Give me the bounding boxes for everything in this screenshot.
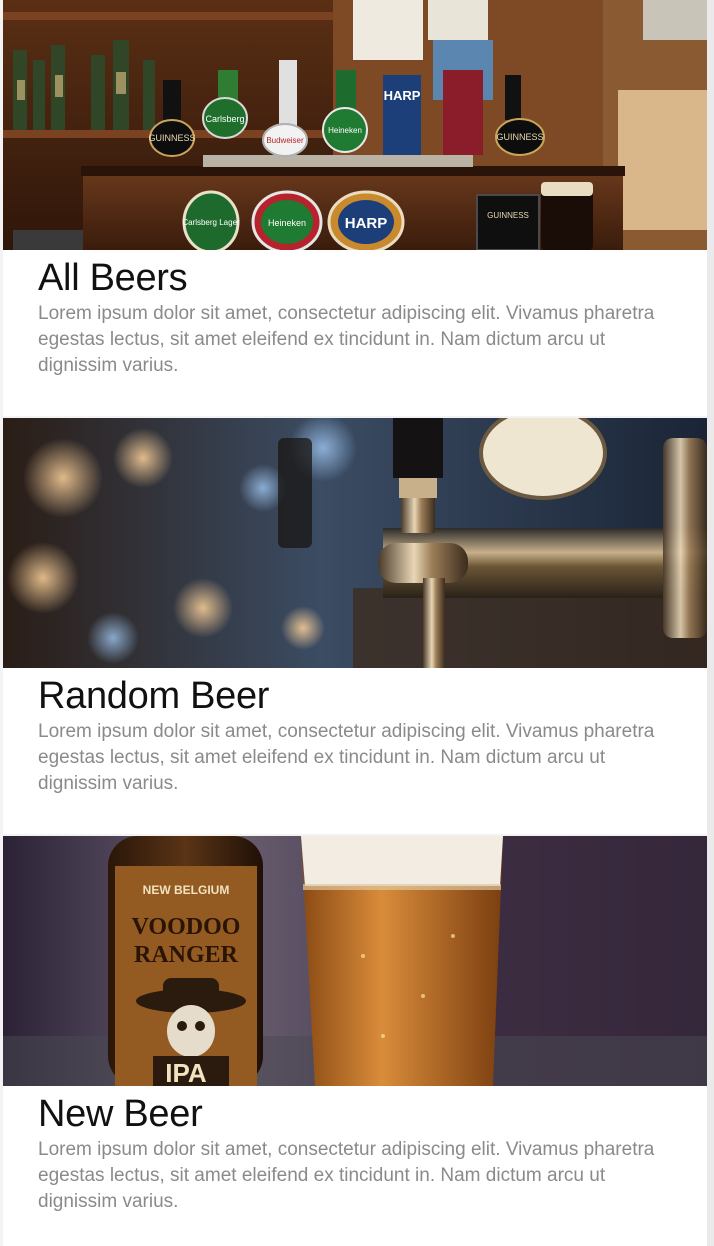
card-image-beer-bottle[interactable]: NEW BELGIUM VOODOO RANGER IPA (3, 836, 707, 1086)
tap-label-heineken: Heineken (328, 126, 362, 135)
card-body: New Beer Lorem ipsum dolor sit amet, con… (38, 1086, 678, 1215)
card-description: Lorem ipsum dolor sit amet, consectetur … (38, 721, 655, 794)
card-title: All Beers (38, 257, 188, 299)
bottle-line1-label: VOODOO (132, 914, 241, 940)
badge-label-harp: HARP (345, 215, 388, 232)
bottle-style-label: IPA (165, 1058, 207, 1086)
badge-label-carlsberg: Carlsberg Lager (182, 218, 240, 227)
scrollbar[interactable] (707, 0, 714, 1246)
card-all-beers[interactable]: GUINNESS Carlsberg Budweiser Heineken HA… (3, 0, 707, 416)
bottle-line2-label: RANGER (134, 942, 239, 968)
bottle-brand-label: NEW BELGIUM (143, 883, 230, 897)
tap-label-harp: HARP (384, 88, 421, 103)
card-title: New Beer (38, 1093, 203, 1135)
card-image-bar-taps[interactable]: GUINNESS Carlsberg Budweiser Heineken HA… (3, 0, 707, 250)
card-random-beer[interactable]: Random Beer Lorem ipsum dolor sit amet, … (3, 418, 707, 834)
tap-label-carlsberg: Carlsberg (205, 114, 244, 124)
card-new-beer[interactable]: NEW BELGIUM VOODOO RANGER IPA New Beer L… (3, 836, 707, 1246)
tap-label-budweiser: Budweiser (266, 136, 304, 145)
card-body: Random Beer Lorem ipsum dolor sit amet, … (38, 668, 678, 797)
card-body: All Beers Lorem ipsum dolor sit amet, co… (38, 250, 678, 379)
card-description: Lorem ipsum dolor sit amet, consectetur … (38, 1139, 655, 1212)
badge-label-heineken: Heineken (268, 218, 306, 228)
tap-label-guinness-1: GUINNESS (148, 133, 195, 143)
card-description: Lorem ipsum dolor sit amet, consectetur … (38, 303, 655, 376)
badge-label-guinness: GUINNESS (487, 211, 529, 220)
tap-label-guinness-2: GUINNESS (496, 132, 543, 142)
card-image-beer-tap[interactable] (3, 418, 707, 668)
page: GUINNESS Carlsberg Budweiser Heineken HA… (0, 0, 714, 1246)
card-title: Random Beer (38, 675, 270, 717)
